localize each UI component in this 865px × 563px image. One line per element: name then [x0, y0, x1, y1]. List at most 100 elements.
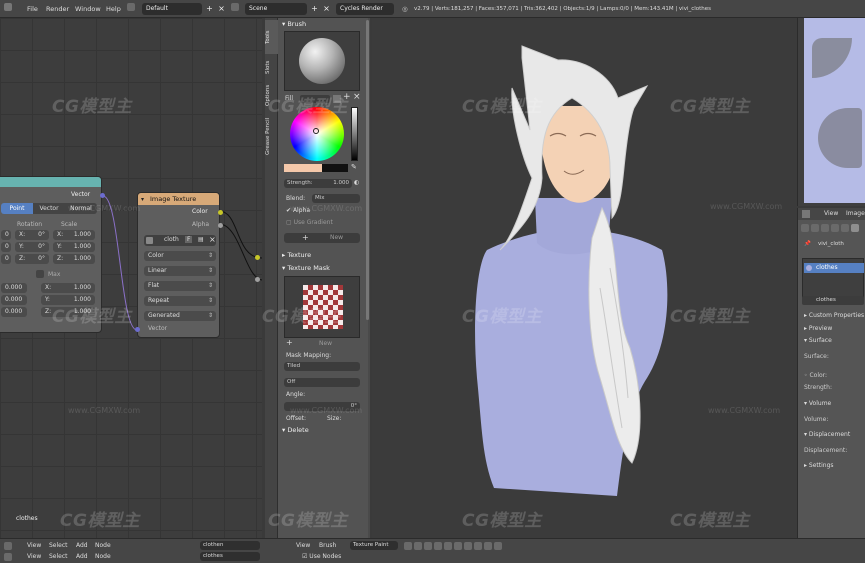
- node-select-menu-2[interactable]: Select: [49, 553, 68, 560]
- image-selector[interactable]: cloth F ▤ ×: [144, 235, 216, 246]
- use-nodes-checkbox[interactable]: ☑ Use Nodes: [302, 553, 341, 560]
- viewport-view-menu[interactable]: View: [296, 542, 310, 549]
- new-mask-plus-icon[interactable]: +: [286, 338, 293, 347]
- scale-y-field[interactable]: Y: 1.000: [53, 242, 95, 252]
- pin-icon[interactable]: 📌: [804, 241, 811, 247]
- settings-header[interactable]: ▸ Settings: [804, 462, 834, 469]
- tab-slots[interactable]: Slots: [265, 56, 278, 78]
- layer-5-icon[interactable]: [474, 542, 482, 550]
- displacement-header[interactable]: ▾ Displacement: [804, 431, 850, 438]
- uv-image-editor[interactable]: [797, 18, 865, 206]
- extension-select[interactable]: Repeat: [144, 296, 216, 306]
- scene-icon[interactable]: [231, 3, 239, 15]
- node-editor-type-icon-2[interactable]: [4, 553, 12, 561]
- layer-4-icon[interactable]: [464, 542, 472, 550]
- source-select[interactable]: Generated: [144, 311, 216, 321]
- rotation-z-field[interactable]: Z: 0°: [15, 254, 49, 264]
- custom-properties-header[interactable]: ▸ Custom Properties: [804, 312, 864, 319]
- new-palette-plus-icon[interactable]: +: [302, 233, 309, 242]
- mapping-node-header[interactable]: [0, 177, 101, 187]
- mask-mapping-select[interactable]: Tiled: [284, 362, 360, 371]
- add-layout-button[interactable]: +: [204, 3, 215, 15]
- tab-vector[interactable]: Vector: [33, 203, 65, 214]
- new-mask-button[interactable]: New: [319, 340, 332, 347]
- min-y-field[interactable]: 0.000: [1, 295, 27, 305]
- view-menu[interactable]: View: [824, 210, 838, 217]
- link-socket-yellow[interactable]: [255, 255, 260, 260]
- image-texture-node[interactable]: Image Texture ▾ Color Alpha cloth F ▤ × …: [135, 192, 223, 338]
- collapse-arrow-icon[interactable]: ▾: [141, 196, 144, 203]
- material-slot-list[interactable]: clothes: [802, 258, 864, 298]
- min-x-field[interactable]: 0.000: [1, 283, 27, 293]
- strength-field[interactable]: Strength: 1.000: [284, 179, 352, 188]
- node-editor-type-icon[interactable]: [4, 542, 12, 550]
- editor-type-icon[interactable]: [4, 3, 12, 15]
- image-name[interactable]: cloth: [164, 236, 179, 243]
- pivot-icon[interactable]: [414, 542, 422, 550]
- max-checkbox[interactable]: [36, 270, 44, 278]
- new-palette-button[interactable]: New: [330, 234, 343, 241]
- link-socket-grey[interactable]: [255, 277, 260, 282]
- image-menu[interactable]: Image: [846, 210, 865, 217]
- delete-panel-header[interactable]: ▾ Delete: [282, 426, 309, 434]
- mask-random-select[interactable]: Off: [284, 378, 360, 387]
- delete-layout-button[interactable]: ×: [216, 3, 227, 15]
- viewport-brush-menu[interactable]: Brush: [319, 542, 336, 549]
- object-tab-icon[interactable]: [831, 224, 839, 232]
- palette-selector[interactable]: + New: [284, 233, 360, 243]
- material-slot-item[interactable]: clothes: [804, 263, 864, 273]
- rotation-y-field[interactable]: Y: 0°: [15, 242, 49, 252]
- value-slider[interactable]: [351, 107, 358, 161]
- max-x-field[interactable]: X: 1.000: [41, 283, 95, 293]
- node-select-menu[interactable]: Select: [49, 542, 68, 549]
- fake-user-button[interactable]: F: [185, 236, 193, 243]
- render-engine-select[interactable]: Cycles Render: [336, 3, 394, 15]
- min-z-field[interactable]: 0.000: [1, 307, 27, 317]
- menu-window[interactable]: Window: [75, 3, 101, 15]
- brush-panel-header[interactable]: ▾ Brush: [282, 20, 306, 28]
- color-output-socket[interactable]: [218, 210, 223, 215]
- material-field-top[interactable]: clothen: [200, 541, 260, 550]
- location-z-field[interactable]: 0: [1, 254, 11, 264]
- primary-color-swatch[interactable]: [284, 164, 322, 172]
- alpha-output-socket[interactable]: [218, 223, 223, 228]
- tab-grease-pencil[interactable]: Grease Pencil: [265, 112, 278, 160]
- unlink-image-icon[interactable]: ×: [209, 235, 216, 244]
- location-x-field[interactable]: 0: [1, 230, 11, 240]
- vector-input-socket[interactable]: [135, 327, 140, 332]
- image-texture-header[interactable]: Image Texture: [138, 193, 219, 205]
- node-view-menu-2[interactable]: View: [27, 553, 41, 560]
- layer-6-icon[interactable]: [484, 542, 492, 550]
- screen-layout-field[interactable]: Default: [142, 3, 202, 15]
- color-picker-icon[interactable]: ✎: [351, 163, 357, 171]
- color-picker-cursor[interactable]: [313, 128, 319, 134]
- material-tab-icon[interactable]: [851, 224, 859, 232]
- brush-preview[interactable]: [284, 31, 360, 91]
- add-scene-button[interactable]: +: [309, 3, 320, 15]
- open-image-icon[interactable]: ▤: [198, 236, 204, 243]
- properties-editor-icon[interactable]: [802, 210, 810, 218]
- shading-icon[interactable]: [404, 542, 412, 550]
- texture-panel-header[interactable]: ▸ Texture: [282, 251, 311, 259]
- pressure-icon[interactable]: ◐: [354, 179, 359, 186]
- delete-brush-button[interactable]: ×: [353, 92, 361, 102]
- layer-3-icon[interactable]: [454, 542, 462, 550]
- interpolation-select[interactable]: Linear: [144, 266, 216, 276]
- node-add-menu[interactable]: Add: [76, 542, 88, 549]
- material-name-field[interactable]: clothes: [802, 296, 864, 305]
- texture-canvas[interactable]: [804, 18, 865, 203]
- mask-icon[interactable]: [424, 542, 432, 550]
- preview-header[interactable]: ▸ Preview: [804, 325, 832, 332]
- render-tab-icon[interactable]: [801, 224, 809, 232]
- tab-tools[interactable]: Tools: [265, 20, 278, 54]
- layer-2-icon[interactable]: [444, 542, 452, 550]
- tab-point[interactable]: Point: [1, 203, 33, 214]
- vector-output-socket[interactable]: [100, 193, 105, 198]
- rotation-x-field[interactable]: X: 0°: [15, 230, 49, 240]
- use-gradient-checkbox[interactable]: ▢ Use Gradient: [286, 219, 333, 226]
- modifier-tab-icon[interactable]: [841, 224, 849, 232]
- menu-render[interactable]: Render: [46, 3, 69, 15]
- menu-help[interactable]: Help: [106, 3, 121, 15]
- material-field-bottom[interactable]: clothes: [200, 552, 260, 561]
- node-add-menu-2[interactable]: Add: [76, 553, 88, 560]
